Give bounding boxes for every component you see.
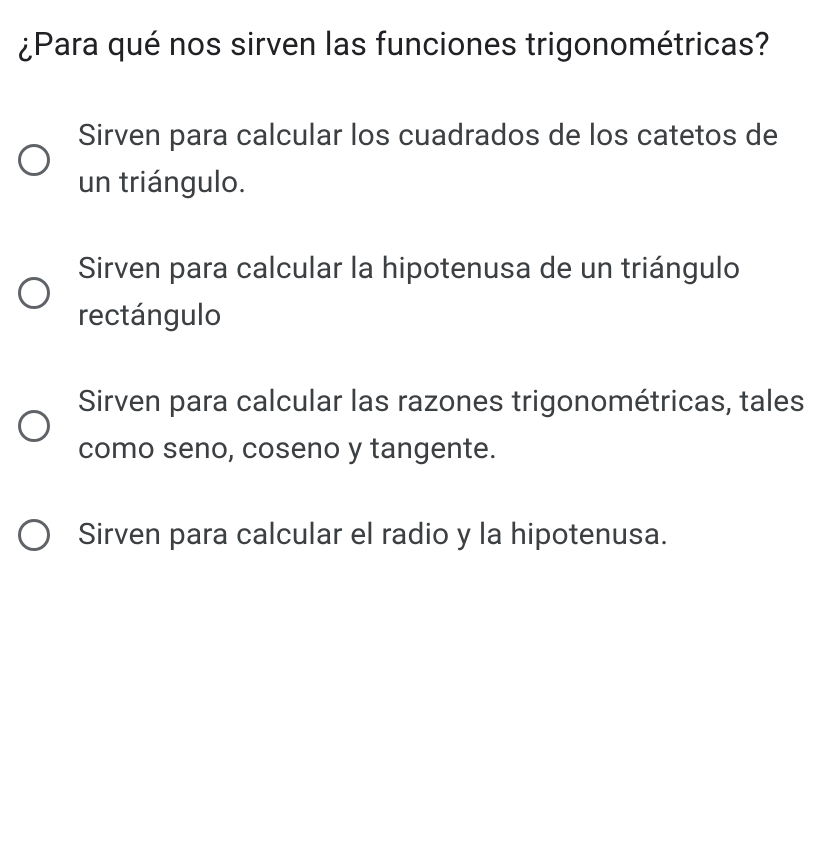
option-label: Sirven para calcular las razones trigono… <box>78 379 807 472</box>
option-row[interactable]: Sirven para calcular la hipotenusa de un… <box>18 246 807 339</box>
radio-button-icon[interactable] <box>18 144 50 176</box>
question-title: ¿Para qué nos sirven las funciones trigo… <box>18 20 807 68</box>
option-row[interactable]: Sirven para calcular los cuadrados de lo… <box>18 113 807 206</box>
option-label: Sirven para calcular los cuadrados de lo… <box>78 113 807 206</box>
radio-button-icon[interactable] <box>18 277 50 309</box>
option-row[interactable]: Sirven para calcular el radio y la hipot… <box>18 512 807 559</box>
option-row[interactable]: Sirven para calcular las razones trigono… <box>18 379 807 472</box>
radio-button-icon[interactable] <box>18 410 50 442</box>
radio-button-icon[interactable] <box>18 519 50 551</box>
options-container: Sirven para calcular los cuadrados de lo… <box>18 113 807 559</box>
option-label: Sirven para calcular el radio y la hipot… <box>78 512 668 559</box>
option-label: Sirven para calcular la hipotenusa de un… <box>78 246 807 339</box>
